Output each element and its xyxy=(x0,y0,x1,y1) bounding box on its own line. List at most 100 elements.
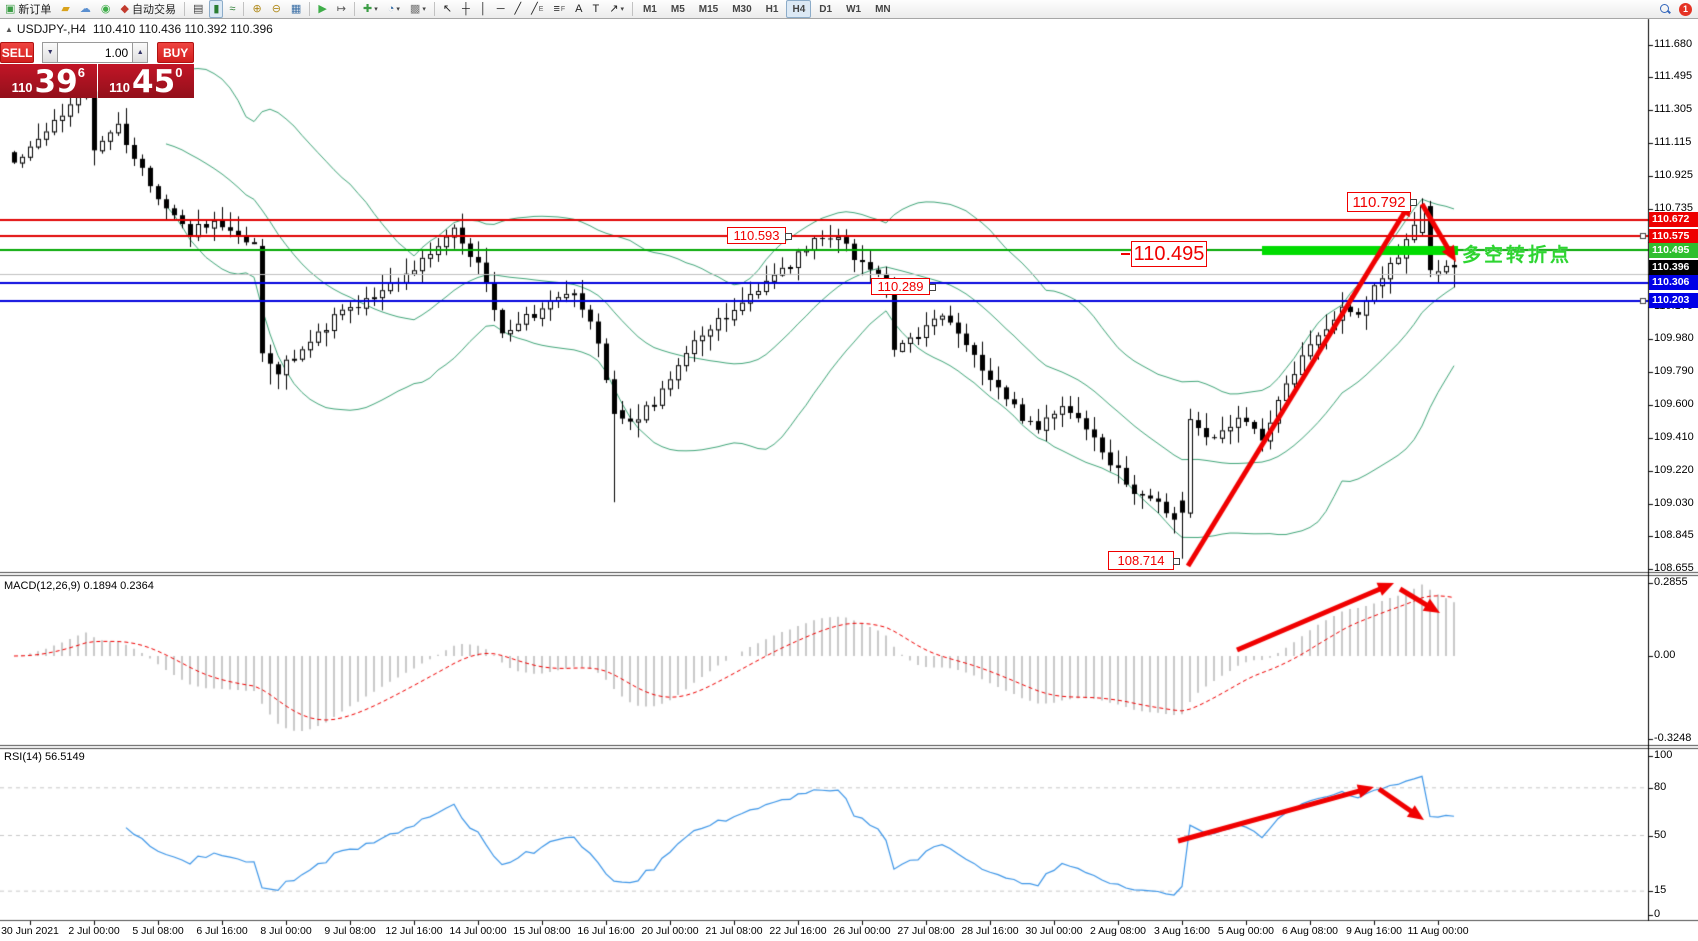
volume-input[interactable] xyxy=(58,42,132,63)
text-label-button[interactable]: T xyxy=(588,0,603,18)
line-chart-icon: ≈ xyxy=(229,4,235,15)
dropdown-caret-icon[interactable]: ▾ xyxy=(422,5,426,13)
sell-price-big: 39 xyxy=(35,69,78,95)
buy-price-big: 45 xyxy=(132,69,175,95)
toolbar-separator xyxy=(354,2,355,16)
buy-price-pip: 0 xyxy=(175,66,182,79)
price-label-110.593[interactable]: 110.593 xyxy=(727,227,786,244)
zoom-out-icon: ⊖ xyxy=(272,4,281,15)
icon-letter: F xyxy=(561,6,565,13)
line-chart-button[interactable]: ≈ xyxy=(225,0,239,18)
cursor-button[interactable]: ↖ xyxy=(439,0,456,18)
indicators-button[interactable]: ✚▾ xyxy=(359,0,382,18)
candlestick-chart-icon: ▮ xyxy=(213,4,219,15)
sell-price-handle: 110 xyxy=(12,80,33,95)
timeframe-m1-button[interactable]: M1 xyxy=(637,0,663,18)
timeframe-mn-button[interactable]: MN xyxy=(869,0,897,18)
timeframe-m5-button[interactable]: M5 xyxy=(665,0,691,18)
timeframe-w1-button[interactable]: W1 xyxy=(840,0,867,18)
selection-handle[interactable] xyxy=(1410,199,1417,206)
terminal-window: ▣新订单▰☁◉◆自动交易▤▮≈⊕⊖▦▶↦✚▾◔▾▩▾↖┼│─╱╱E≡FAT↗▾M… xyxy=(0,0,1698,941)
tile-windows-icon: ▦ xyxy=(291,4,301,15)
notification-icon[interactable]: 1 xyxy=(1679,3,1692,16)
auto-scroll-button[interactable]: ▶ xyxy=(314,0,330,18)
horizontal-line-button[interactable]: ─ xyxy=(493,0,509,18)
new-order-button-label: 新订单 xyxy=(18,1,51,17)
price-label-110.289[interactable]: 110.289 xyxy=(871,278,930,295)
auto-scroll-icon: ▶ xyxy=(318,4,326,15)
autotrade-button[interactable]: ◆ 自动交易 xyxy=(116,0,179,18)
buy-price-display[interactable]: 110 45 0 xyxy=(98,64,195,98)
market-button[interactable]: ☁ xyxy=(76,0,95,18)
toolbar-separator xyxy=(243,2,244,16)
trendline-button[interactable]: ╱ xyxy=(511,0,526,18)
search-icon[interactable] xyxy=(1659,3,1671,15)
chart-header: ▲ USDJPY-,H4 110.410 110.436 110.392 110… xyxy=(5,22,273,36)
crosshair-button[interactable]: ┼ xyxy=(458,0,474,18)
toolbar: ▣新订单▰☁◉◆自动交易▤▮≈⊕⊖▦▶↦✚▾◔▾▩▾↖┼│─╱╱E≡FAT↗▾M… xyxy=(0,0,1698,19)
dropdown-caret-icon[interactable]: ▾ xyxy=(396,5,400,13)
buy-price-handle: 110 xyxy=(109,80,130,95)
crosshair-icon: ┼ xyxy=(462,4,470,15)
market-icon: ☁ xyxy=(80,4,91,15)
price-label-110.495[interactable]: 110.495 xyxy=(1131,241,1207,267)
dropdown-caret-icon[interactable]: ▾ xyxy=(620,5,624,13)
timeframe-m30-button[interactable]: M30 xyxy=(726,0,757,18)
autotrade-icon: ◆ xyxy=(120,4,128,15)
sell-price-display[interactable]: 110 39 6 xyxy=(0,64,97,98)
timeframe-m15-button[interactable]: M15 xyxy=(693,0,724,18)
text-label-icon: T xyxy=(592,4,599,15)
templates-icon: ▩ xyxy=(410,4,420,15)
new-order-button[interactable]: ▣新订单 xyxy=(1,0,55,18)
cursor-icon: ↖ xyxy=(443,4,452,15)
selection-handle[interactable] xyxy=(929,284,936,291)
gold-trading-button[interactable]: ▰ xyxy=(57,0,73,18)
indicators-icon: ✚ xyxy=(363,4,372,15)
label-anchor-dash xyxy=(1121,253,1130,255)
turning-point-note[interactable]: 多空转折点 xyxy=(1462,240,1572,267)
fibonacci-button[interactable]: ≡F xyxy=(549,0,569,18)
price-chart-canvas[interactable] xyxy=(0,0,1698,941)
volume-increase-button[interactable]: ▲ xyxy=(132,42,148,63)
vertical-line-icon: │ xyxy=(480,4,487,15)
symbol-icon: ▲ xyxy=(5,25,13,34)
one-click-trading-panel: SELL ▼ ▲ BUY 110 39 6 110 45 0 xyxy=(0,42,194,98)
chart-shift-button[interactable]: ↦ xyxy=(333,0,350,18)
autotrade-button-label: 自动交易 xyxy=(132,1,176,17)
selection-handle[interactable] xyxy=(785,233,792,240)
price-label-110.792[interactable]: 110.792 xyxy=(1347,192,1411,212)
signals-button[interactable]: ◉ xyxy=(97,0,115,18)
chart-shift-icon: ↦ xyxy=(337,4,346,15)
toolbar-separator xyxy=(309,2,310,16)
buy-button[interactable]: BUY xyxy=(157,42,194,63)
sell-price-pip: 6 xyxy=(78,66,85,79)
zoom-in-button[interactable]: ⊕ xyxy=(248,0,265,18)
toolbar-separator xyxy=(434,2,435,16)
vertical-line-button[interactable]: │ xyxy=(476,0,491,18)
bar-chart-icon: ▤ xyxy=(193,4,203,15)
new-order-icon: ▣ xyxy=(5,4,15,15)
sell-button[interactable]: SELL xyxy=(0,42,34,63)
templates-button[interactable]: ▩▾ xyxy=(406,0,430,18)
horizontal-line-icon: ─ xyxy=(497,4,505,15)
candlestick-chart-button[interactable]: ▮ xyxy=(209,0,223,18)
timeframe-h4-button[interactable]: H4 xyxy=(786,0,811,18)
zoom-out-button[interactable]: ⊖ xyxy=(268,0,285,18)
toolbar-separator xyxy=(632,2,633,16)
tile-windows-button[interactable]: ▦ xyxy=(287,0,305,18)
dropdown-caret-icon[interactable]: ▾ xyxy=(374,5,378,13)
bar-chart-button[interactable]: ▤ xyxy=(189,0,207,18)
toolbar-separator xyxy=(184,2,185,16)
channel-button[interactable]: ╱E xyxy=(527,0,547,18)
volume-decrease-button[interactable]: ▼ xyxy=(42,42,58,63)
timeframe-d1-button[interactable]: D1 xyxy=(813,0,838,18)
periods-button[interactable]: ◔▾ xyxy=(384,0,404,18)
price-label-108.714[interactable]: 108.714 xyxy=(1108,551,1174,570)
selection-handle[interactable] xyxy=(1173,558,1180,565)
timeframe-h1-button[interactable]: H1 xyxy=(760,0,785,18)
text-button[interactable]: A xyxy=(571,0,586,18)
arrows-button[interactable]: ↗▾ xyxy=(605,0,628,18)
channel-icon: ╱ xyxy=(531,4,538,15)
chart-ohlc-quotes: 110.410 110.436 110.392 110.396 xyxy=(93,22,273,36)
trendline-icon: ╱ xyxy=(515,4,522,15)
